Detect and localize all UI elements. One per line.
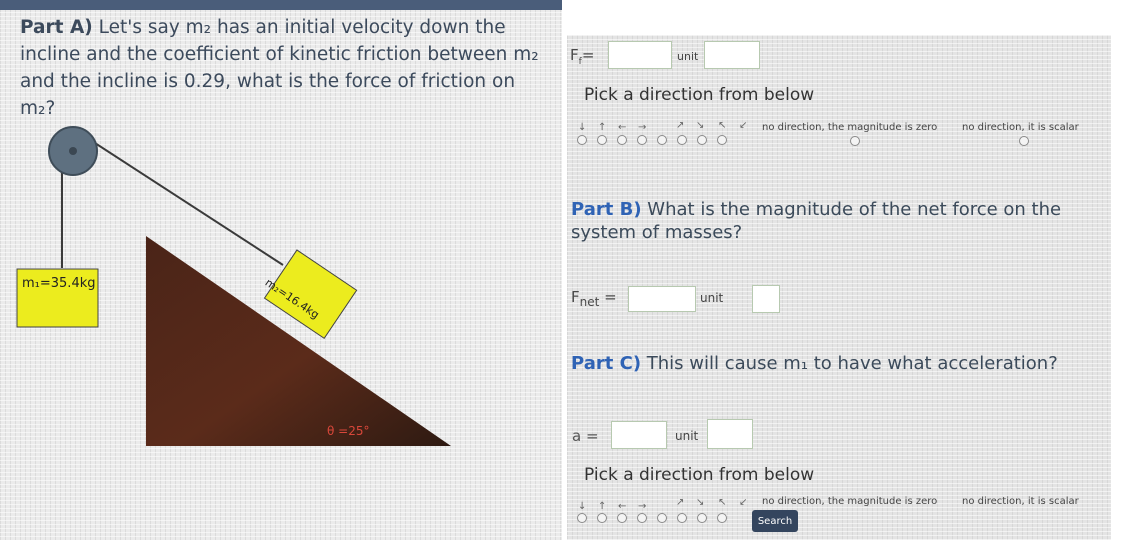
a-unit-input[interactable] [707,419,753,449]
part-b-question: Part B) What is the magnitude of the net… [571,198,1111,244]
a-value-input[interactable] [611,421,667,449]
arrow-down-icon: ↓ [578,122,587,133]
direction-prompt-a: Pick a direction from below [584,85,815,105]
arrow-downright-icon: ↘ [696,120,705,131]
arrow-downright-icon: ↘ [696,497,705,508]
arrow-downleft-icon: ↙ [739,497,748,508]
radio-down-c[interactable] [577,513,587,523]
arrow-upleft-icon: ↖ [718,120,727,131]
ff-value-input[interactable] [608,41,672,69]
arrow-right-icon: → [638,122,647,133]
m1-label: m₁=35.4kg [22,276,96,291]
arrow-up-icon: ↑ [598,122,607,133]
arrow-upright-icon: ↗ [676,497,685,508]
radio-down-a[interactable] [577,135,587,145]
radio-downright-c[interactable] [677,513,687,523]
part-c-label: Part C) [571,353,642,374]
radio-upleft-c[interactable] [697,513,707,523]
bottom-strip [0,540,1125,549]
ff-label: Ff= [570,46,595,67]
radio-right-c[interactable] [637,513,647,523]
radio-zero-a[interactable] [850,136,860,146]
search-button[interactable]: Search [752,510,798,532]
radio-left-c[interactable] [617,513,627,523]
radio-upright-a[interactable] [657,135,667,145]
radio-upleft-a[interactable] [697,135,707,145]
part-b-label: Part B) [571,199,642,220]
ff-unit-label: unit [677,50,699,63]
incline-diagram [16,126,451,446]
radio-left-a[interactable] [617,135,627,145]
radio-downleft-a[interactable] [717,135,727,145]
answer-panel: Ff= unit Pick a direction from below ↓ ↑… [567,35,1111,540]
part-c-question: Part C) This will cause m₁ to have what … [571,352,1058,375]
radio-upright-c[interactable] [657,513,667,523]
pulley-axle [69,147,77,155]
radio-up-c[interactable] [597,513,607,523]
fnet-unit-input[interactable] [752,285,780,313]
part-b-text: What is the magnitude of the net force o… [571,199,1062,243]
fnet-label: Fnet = [571,288,617,309]
arrow-upleft-icon: ↖ [718,497,727,508]
direction-prompt-c: Pick a direction from below [584,465,815,485]
arrow-left-icon: ← [618,501,627,512]
question-panel: Part A) Let's say m₂ has an initial velo… [0,0,562,549]
no-direction-scalar-a: no direction, it is scalar [962,122,1079,133]
fnet-value-input[interactable] [628,286,696,312]
arrow-down-icon: ↓ [578,501,587,512]
radio-right-a[interactable] [637,135,647,145]
part-c-text: This will cause m₁ to have what accelera… [646,353,1058,374]
no-direction-zero-a: no direction, the magnitude is zero [762,122,938,133]
arrow-left-icon: ← [618,122,627,133]
radio-up-a[interactable] [597,135,607,145]
no-direction-scalar-c: no direction, it is scalar [962,496,1079,507]
arrow-right-icon: → [638,501,647,512]
angle-label: θ =25° [327,424,370,438]
radio-downright-a[interactable] [677,135,687,145]
no-direction-zero-c: no direction, the magnitude is zero [762,496,938,507]
a-unit-label: unit [675,429,699,443]
string-incline [77,131,284,266]
ff-unit-input[interactable] [704,41,760,69]
arrow-downleft-icon: ↙ [739,120,748,131]
a-label: a = [572,427,599,445]
arrow-upright-icon: ↗ [676,120,685,131]
radio-downleft-c[interactable] [717,513,727,523]
fnet-unit-label: unit [700,291,724,305]
arrow-up-icon: ↑ [598,501,607,512]
radio-scalar-a[interactable] [1019,136,1029,146]
